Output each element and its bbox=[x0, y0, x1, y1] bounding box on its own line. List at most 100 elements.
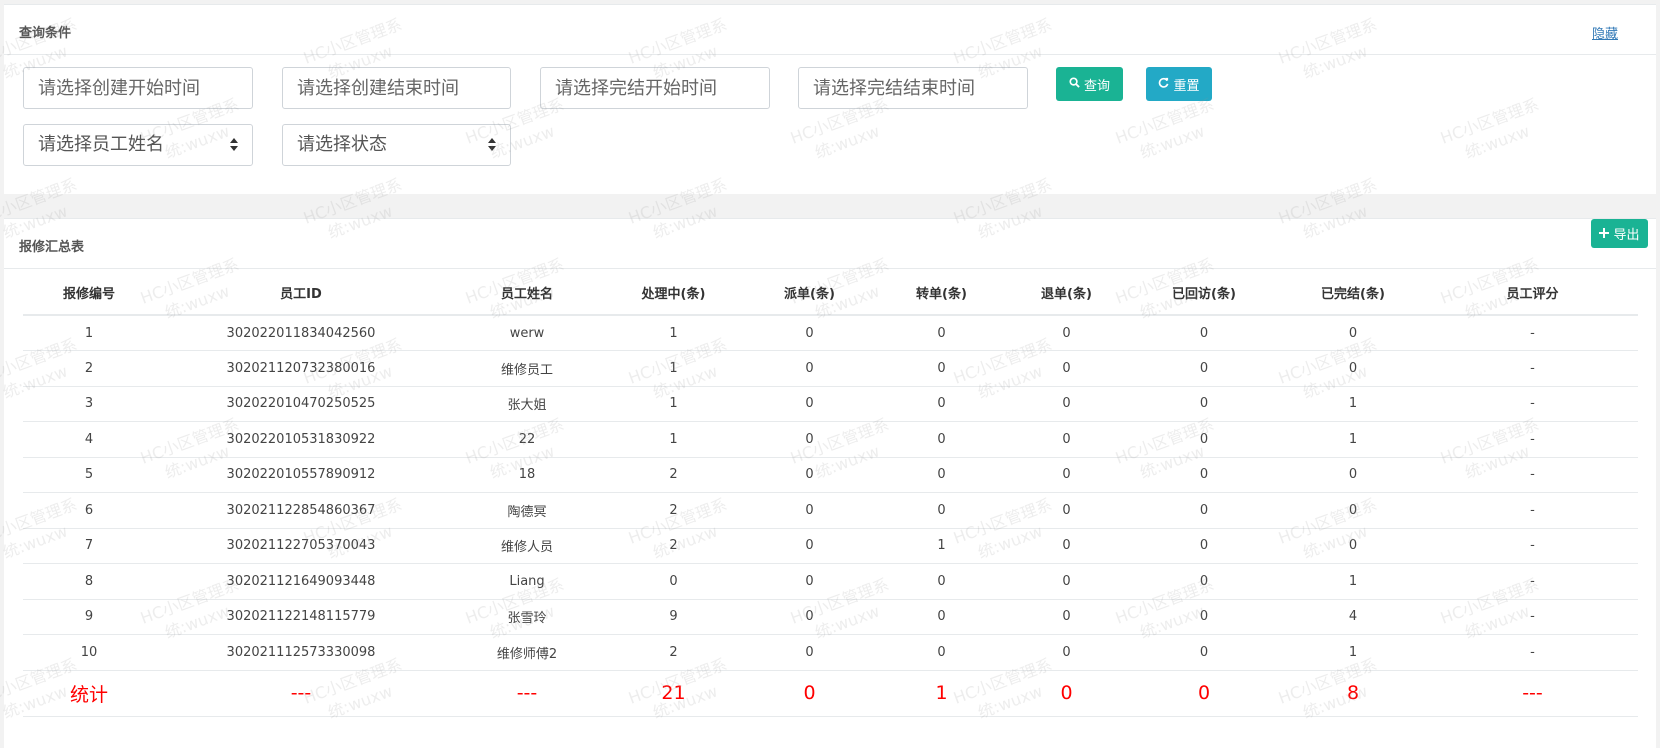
table-cell: 9 bbox=[607, 599, 740, 635]
table-cell: 0 bbox=[1004, 599, 1129, 635]
table-cell: 0 bbox=[740, 315, 879, 351]
query-panel-title: 查询条件 bbox=[19, 26, 72, 41]
table-cell: 1 bbox=[879, 528, 1004, 564]
table-cell: - bbox=[1427, 386, 1638, 422]
total-cell: 21 bbox=[607, 670, 740, 717]
table-cell: 0 bbox=[879, 421, 1004, 458]
export-button[interactable]: 导出 bbox=[1591, 219, 1648, 248]
hide-link[interactable]: 隐藏 bbox=[1592, 23, 1618, 42]
table-cell: 0 bbox=[879, 563, 1004, 600]
finish-end-time-input[interactable] bbox=[798, 67, 1028, 109]
table-row: 4 302022010531830922 22 1 0 0 0 0 1- bbox=[23, 421, 1638, 458]
search-button[interactable]: 查询 bbox=[1056, 67, 1123, 101]
table-cell: 维修人员 bbox=[447, 528, 607, 564]
table-cell: 302021122148115779 bbox=[155, 599, 447, 635]
create-start-time-input[interactable] bbox=[23, 67, 253, 109]
table-cell: 0 bbox=[879, 315, 1004, 351]
column-header: 已回访(条) bbox=[1129, 271, 1279, 316]
query-panel-header: 查询条件 隐藏 bbox=[4, 5, 1656, 55]
table-cell: 302022010557890912 bbox=[155, 457, 447, 493]
table-cell: 1 bbox=[1279, 421, 1427, 458]
table-row: 1 302022011834042560 werw 1 0 0 0 0 0- bbox=[23, 315, 1638, 351]
table-cell: 302022010470250525 bbox=[155, 386, 447, 422]
table-cell: 0 bbox=[1279, 350, 1427, 387]
table-cell: - bbox=[1427, 634, 1638, 671]
table-cell: - bbox=[1427, 563, 1638, 600]
state-select-box[interactable]: 请选择状态 bbox=[282, 124, 511, 166]
select-arrows-icon bbox=[230, 137, 238, 153]
table-cell: 0 bbox=[1129, 528, 1279, 564]
table-cell: 0 bbox=[879, 634, 1004, 671]
table-row: 2 302021120732380016 维修员工 1 0 0 0 0 0- bbox=[23, 350, 1638, 387]
table-cell: 302021112573330098 bbox=[155, 634, 447, 671]
table-cell: 7 bbox=[23, 528, 155, 564]
table-cell: 0 bbox=[740, 457, 879, 493]
table-cell: 0 bbox=[1279, 492, 1427, 529]
table-cell: - bbox=[1427, 421, 1638, 458]
search-button-label: 查询 bbox=[1083, 78, 1110, 94]
table-cell: 3 bbox=[23, 386, 155, 422]
table-cell: 0 bbox=[1004, 350, 1129, 387]
table-cell: 302022011834042560 bbox=[155, 315, 447, 351]
table-cell: 2 bbox=[607, 528, 740, 564]
table-cell: 2 bbox=[607, 457, 740, 493]
table-cell: 10 bbox=[23, 634, 155, 671]
table-cell: 0 bbox=[879, 599, 1004, 635]
table-cell: 302021120732380016 bbox=[155, 350, 447, 387]
column-header: 处理中(条) bbox=[607, 271, 740, 316]
table-cell: 0 bbox=[1279, 457, 1427, 493]
table-cell: werw bbox=[447, 315, 607, 351]
table-cell: - bbox=[1427, 457, 1638, 493]
table-cell: - bbox=[1427, 528, 1638, 564]
column-header: 报修编号 bbox=[23, 271, 155, 316]
table-row: 3 302022010470250525 张大姐 1 0 0 0 0 1- bbox=[23, 386, 1638, 422]
table-cell: 0 bbox=[1129, 350, 1279, 387]
table-cell: 0 bbox=[740, 599, 879, 635]
report-panel-header: 报修汇总表 导出 bbox=[4, 219, 1656, 269]
table-cell: 0 bbox=[740, 386, 879, 422]
table-cell: 0 bbox=[1129, 386, 1279, 422]
table-cell: - bbox=[1427, 599, 1638, 635]
export-button-label: 导出 bbox=[1613, 228, 1640, 243]
table-cell: 302022010531830922 bbox=[155, 421, 447, 458]
staff-name-select[interactable]: 请选择员工姓名 bbox=[23, 124, 253, 166]
table-cell: 0 bbox=[740, 492, 879, 529]
reset-button[interactable]: 重置 bbox=[1146, 67, 1212, 101]
select-arrows-icon bbox=[488, 137, 496, 153]
table-cell: 1 bbox=[607, 315, 740, 351]
table-cell: 0 bbox=[879, 492, 1004, 529]
table-cell: 维修师傅2 bbox=[447, 634, 607, 671]
total-cell: 8 bbox=[1279, 670, 1427, 717]
table-cell: 0 bbox=[1129, 492, 1279, 529]
table-row: 6 302021122854860367 陶德冥 2 0 0 0 0 0- bbox=[23, 492, 1638, 529]
table-row: 9 302021122148115779 张雪玲 9 0 0 0 0 4- bbox=[23, 599, 1638, 635]
table-header-row: 报修编号 员工ID 员工姓名 处理中(条) 派单(条) 转单(条) 退单(条) … bbox=[23, 271, 1638, 316]
plus-icon bbox=[1599, 227, 1610, 241]
column-header: 员工ID bbox=[155, 271, 447, 316]
report-table: 报修编号 员工ID 员工姓名 处理中(条) 派单(条) 转单(条) 退单(条) … bbox=[23, 271, 1638, 717]
staff-name-select-box[interactable]: 请选择员工姓名 bbox=[23, 124, 253, 166]
table-cell: 18 bbox=[447, 457, 607, 493]
table-cell: 0 bbox=[740, 528, 879, 564]
table-row: 10 302021112573330098 维修师傅2 2 0 0 0 0 1- bbox=[23, 634, 1638, 671]
total-cell: 0 bbox=[1129, 670, 1279, 717]
create-end-time-input[interactable] bbox=[282, 67, 511, 109]
state-select[interactable]: 请选择状态 bbox=[282, 124, 511, 166]
table-cell: 8 bbox=[23, 563, 155, 600]
total-cell: --- bbox=[447, 670, 607, 717]
table-cell: 0 bbox=[740, 563, 879, 600]
table-cell: 维修员工 bbox=[447, 350, 607, 387]
table-cell: 张雪玲 bbox=[447, 599, 607, 635]
column-header: 员工姓名 bbox=[447, 271, 607, 316]
table-cell: 0 bbox=[1004, 563, 1129, 600]
table-cell: 0 bbox=[879, 350, 1004, 387]
table-cell: 2 bbox=[607, 492, 740, 529]
table-cell: 0 bbox=[1004, 421, 1129, 458]
table-cell: 0 bbox=[607, 563, 740, 600]
table-cell: 22 bbox=[447, 421, 607, 458]
table-cell: 1 bbox=[607, 350, 740, 387]
table-cell: - bbox=[1427, 315, 1638, 351]
finish-start-time-input[interactable] bbox=[540, 67, 770, 109]
table-cell: 0 bbox=[1129, 634, 1279, 671]
table-cell: 302021121649093448 bbox=[155, 563, 447, 600]
